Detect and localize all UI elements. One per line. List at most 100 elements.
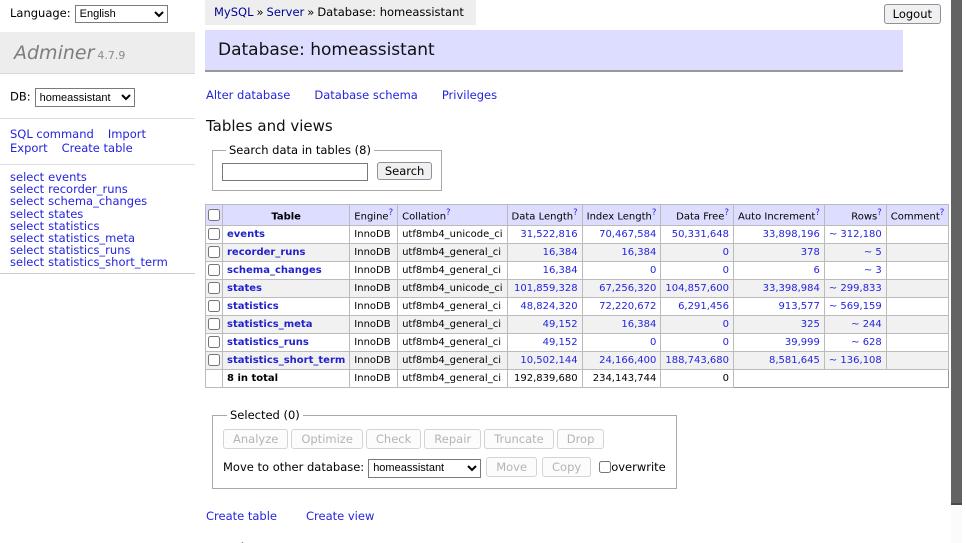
row-checkbox[interactable]: [208, 300, 220, 312]
privileges-link[interactable]: Privileges: [442, 88, 497, 102]
auto-increment-link[interactable]: 913,577: [779, 301, 820, 312]
copy-button[interactable]: Copy: [542, 457, 591, 477]
data-free-link[interactable]: 0: [723, 319, 729, 330]
data-length-link[interactable]: 16,384: [543, 265, 578, 276]
sql-command-link[interactable]: SQL command: [10, 127, 94, 141]
help-icon[interactable]: ?: [940, 208, 945, 218]
operation-button[interactable]: Drop: [557, 429, 605, 449]
data-free-link[interactable]: 0: [723, 247, 729, 258]
auto-increment-link[interactable]: 325: [801, 319, 820, 330]
row-checkbox[interactable]: [208, 354, 220, 366]
auto-increment-link[interactable]: 33,398,984: [763, 283, 820, 294]
db-select[interactable]: homeassistant: [35, 88, 135, 107]
alter-database-link[interactable]: Alter database: [206, 88, 290, 102]
data-free-link[interactable]: 0: [723, 337, 729, 348]
index-length-link[interactable]: 0: [650, 337, 656, 348]
import-link[interactable]: Import: [108, 127, 146, 141]
help-icon[interactable]: ?: [573, 208, 578, 218]
index-length-link[interactable]: 16,384: [621, 247, 656, 258]
select-link[interactable]: select: [10, 255, 44, 269]
select-all-checkbox[interactable]: [208, 209, 220, 221]
logout-button[interactable]: Logout: [884, 4, 941, 24]
search-input[interactable]: [222, 163, 368, 181]
data-length-link[interactable]: 101,859,328: [514, 283, 578, 294]
row-checkbox[interactable]: [208, 228, 220, 240]
table-name-link[interactable]: statistics_runs: [227, 337, 309, 348]
index-length-link[interactable]: 67,256,320: [599, 283, 656, 294]
rows-count-link[interactable]: ~ 569,159: [829, 301, 882, 312]
rows-count-link[interactable]: ~ 3: [864, 265, 882, 276]
data-length-link[interactable]: 10,502,144: [520, 355, 577, 366]
rows-count-link[interactable]: ~ 136,108: [829, 355, 882, 366]
move-button[interactable]: Move: [486, 457, 537, 477]
data-length-link[interactable]: 48,824,320: [520, 301, 577, 312]
help-icon[interactable]: ?: [446, 208, 451, 218]
table-name-link[interactable]: recorder_runs: [227, 247, 305, 258]
help-icon[interactable]: ?: [724, 208, 729, 218]
database-schema-link[interactable]: Database schema: [314, 88, 417, 102]
auto-increment-link[interactable]: 8,581,645: [769, 355, 820, 366]
search-fieldset: Search data in tables (8) Search: [212, 143, 442, 191]
data-length-link[interactable]: 49,152: [543, 319, 578, 330]
table-name-link[interactable]: schema_changes: [227, 265, 322, 276]
create-view-link[interactable]: Create view: [306, 509, 374, 523]
create-table-link[interactable]: Create table: [206, 509, 277, 523]
row-checkbox[interactable]: [208, 264, 220, 276]
table-name-link[interactable]: statistics_short_term: [227, 355, 345, 366]
collation-cell: utf8mb4_general_ci: [398, 262, 507, 280]
breadcrumb-mysql-link[interactable]: MySQL: [214, 5, 254, 19]
auto-increment-link[interactable]: 33,898,196: [763, 229, 820, 240]
row-checkbox[interactable]: [208, 336, 220, 348]
index-length-link[interactable]: 16,384: [621, 319, 656, 330]
index-length-link[interactable]: 0: [650, 265, 656, 276]
data-length-link[interactable]: 31,522,816: [520, 229, 577, 240]
help-icon[interactable]: ?: [815, 208, 820, 218]
auto-increment-link[interactable]: 39,999: [785, 337, 820, 348]
operation-button[interactable]: Check: [366, 429, 421, 449]
scrollbar-track[interactable]: [951, 0, 962, 543]
data-free-link[interactable]: 6,291,456: [678, 301, 729, 312]
data-free-link[interactable]: 188,743,680: [665, 355, 729, 366]
rows-count-link[interactable]: ~ 299,833: [829, 283, 882, 294]
index-length-link[interactable]: 24,166,400: [599, 355, 656, 366]
table-name-link[interactable]: statistics: [227, 301, 279, 312]
auto-increment-link[interactable]: 6: [814, 265, 820, 276]
rows-count-link[interactable]: ~ 5: [864, 247, 882, 258]
index-length-link[interactable]: 70,467,584: [599, 229, 656, 240]
index-length-link[interactable]: 72,220,672: [599, 301, 656, 312]
row-checkbox[interactable]: [208, 282, 220, 294]
sidebar-table-link[interactable]: statistics_short_term: [48, 255, 168, 269]
sidebar-table-item: selectschema_changes: [10, 195, 187, 207]
operation-button[interactable]: Analyze: [223, 429, 288, 449]
data-free-link[interactable]: 0: [723, 265, 729, 276]
tables-and-views-heading: Tables and views: [206, 117, 903, 135]
row-checkbox[interactable]: [208, 318, 220, 330]
rows-count-link[interactable]: ~ 312,180: [829, 229, 882, 240]
scrollbar-thumb[interactable]: [951, 0, 962, 505]
table-name-link[interactable]: statistics_meta: [227, 319, 312, 330]
operation-button[interactable]: Repair: [424, 429, 481, 449]
create-table-link-sidebar[interactable]: Create table: [62, 141, 133, 155]
search-button[interactable]: Search: [377, 162, 433, 180]
data-length-link[interactable]: 16,384: [543, 247, 578, 258]
help-icon[interactable]: ?: [877, 208, 882, 218]
data-free-link[interactable]: 104,857,600: [665, 283, 729, 294]
help-icon[interactable]: ?: [652, 208, 657, 218]
rows-count-link[interactable]: ~ 628: [851, 337, 882, 348]
rows-count-link[interactable]: ~ 244: [851, 319, 882, 330]
operation-button[interactable]: Optimize: [291, 429, 363, 449]
row-checkbox[interactable]: [208, 246, 220, 258]
overwrite-checkbox[interactable]: [599, 461, 611, 473]
operation-button[interactable]: Truncate: [484, 429, 554, 449]
auto-increment-link[interactable]: 378: [801, 247, 820, 258]
language-select[interactable]: English: [75, 5, 168, 23]
move-database-select[interactable]: homeassistant: [368, 459, 481, 478]
help-icon[interactable]: ?: [389, 208, 394, 218]
tables-overview-table: TableEngine?Collation?Data Length?Index …: [205, 204, 949, 388]
breadcrumb-server-link[interactable]: Server: [267, 5, 305, 19]
data-free-link[interactable]: 50,331,648: [672, 229, 729, 240]
table-name-link[interactable]: states: [227, 283, 262, 294]
table-name-link[interactable]: events: [227, 229, 265, 240]
export-link[interactable]: Export: [10, 141, 48, 155]
data-length-link[interactable]: 49,152: [543, 337, 578, 348]
